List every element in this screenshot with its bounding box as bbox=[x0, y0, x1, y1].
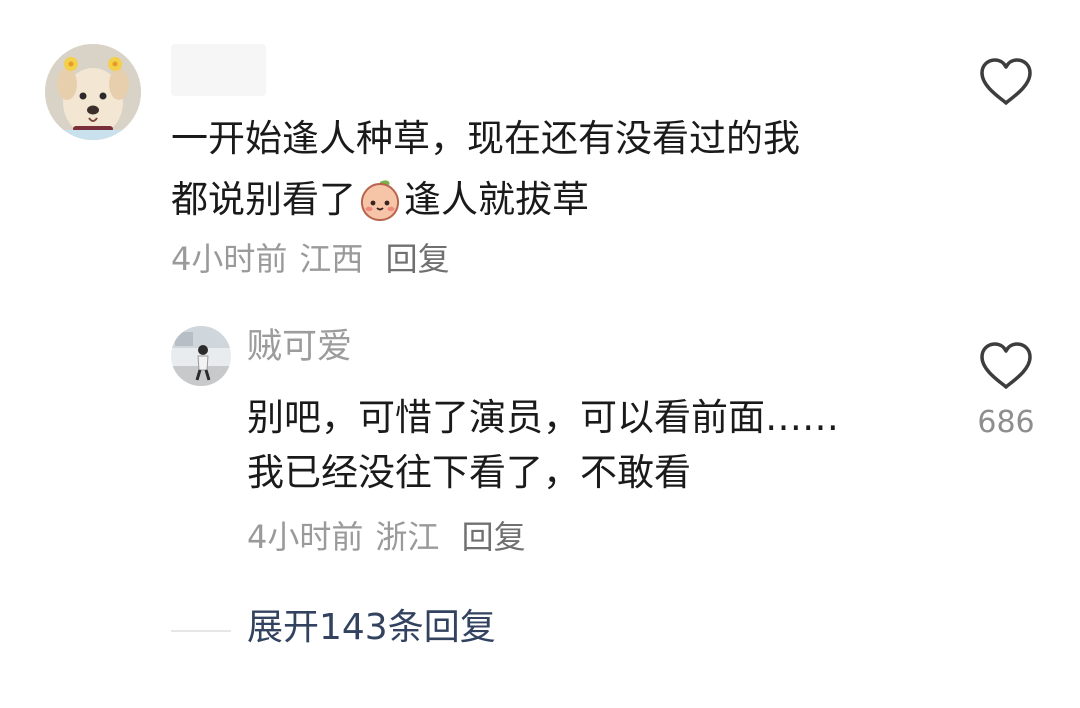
divider-line bbox=[171, 630, 231, 632]
comment-text-segment: 逢人就拔草 bbox=[404, 177, 589, 221]
peach-face-emoji-icon bbox=[357, 176, 403, 222]
reply-button[interactable]: 回复 bbox=[462, 518, 526, 556]
reply-text-line: 别吧，可惜了演员，可以看前面…… bbox=[247, 396, 839, 439]
comment-meta: 4小时前 江西 回复 bbox=[171, 243, 462, 275]
reply-location: 浙江 bbox=[375, 518, 440, 556]
reply-time: 4小时前 bbox=[247, 518, 364, 556]
reply-meta: 4小时前 浙江 回复 bbox=[247, 521, 538, 553]
comment-text-segment: 都说别看了 bbox=[171, 177, 356, 221]
like-count: 686 bbox=[977, 405, 1035, 440]
comment-thread: 一开始逢人种草，现在还有没看过的我 都说别看了 逢人就拔草 4小时前江西 回复 bbox=[0, 0, 1080, 708]
expand-replies-button[interactable]: 展开143条回复 bbox=[247, 610, 496, 646]
user-avatar-dog[interactable] bbox=[45, 44, 141, 140]
reply-username[interactable]: 贼可爱 bbox=[247, 330, 352, 365]
heart-outline-icon bbox=[980, 58, 1032, 105]
reply-button[interactable]: 回复 bbox=[386, 240, 450, 278]
like-button[interactable] bbox=[978, 341, 1034, 391]
comment-time: 4小时前 bbox=[171, 240, 288, 278]
heart-outline-icon bbox=[980, 342, 1032, 389]
comment-text-line: 一开始逢人种草，现在还有没看过的我 bbox=[171, 117, 800, 160]
reply-text-line: 我已经没往下看了，不敢看 bbox=[247, 451, 691, 494]
comment-location: 江西 bbox=[299, 240, 364, 278]
like-button[interactable] bbox=[978, 57, 1034, 107]
reply-user-avatar[interactable] bbox=[171, 326, 231, 386]
comment-text-line: 都说别看了 逢人就拔草 bbox=[171, 176, 589, 222]
username-hidden[interactable] bbox=[171, 44, 266, 96]
